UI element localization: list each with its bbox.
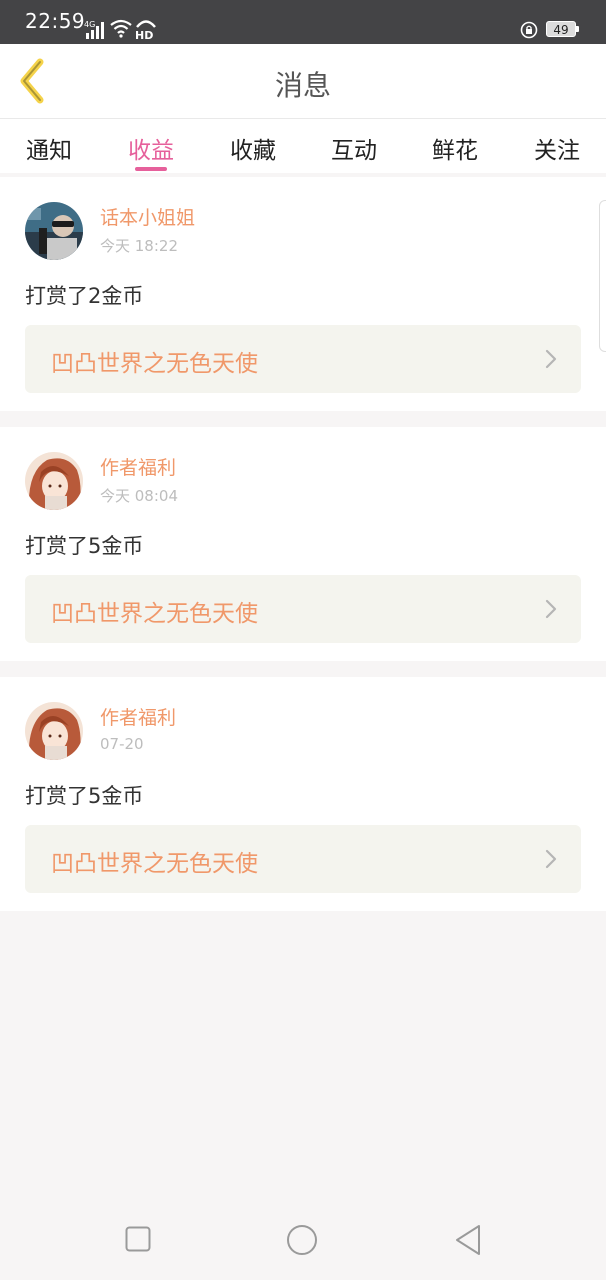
header: 消息 [0,44,606,119]
message-card: 话本小姐姐 今天 18:22 打赏了2金币 凹凸世界之无色天使 [0,177,606,411]
message-card: 作者福利 07-20 打赏了5金币 凹凸世界之无色天使 [0,677,606,911]
sender-name[interactable]: 话本小姐姐 [100,203,195,230]
chevron-right-icon [545,849,557,869]
avatar-image [25,452,83,510]
tab-notifications[interactable]: 通知 [9,131,89,165]
hd-label: HD [135,29,153,40]
status-time: 22:59 [25,9,86,33]
tab-interactions[interactable]: 互动 [314,131,394,165]
status-bar: 22:59 4G HD 49 [0,0,606,44]
rotation-lock-icon [520,21,538,39]
hd-call-icon: HD [135,20,156,40]
message-time: 07-20 [100,735,144,753]
avatar[interactable] [25,202,83,260]
message-time: 今天 18:22 [100,237,178,255]
tab-following[interactable]: 关注 [517,131,597,165]
book-title: 凹凸世界之无色天使 [51,601,258,627]
page-title: 消息 [274,69,331,102]
message-text: 打赏了2金币 [25,284,144,308]
message-time: 今天 08:04 [100,487,178,505]
avatar-image [25,702,83,760]
book-link[interactable]: 凹凸世界之无色天使 [25,325,581,393]
battery-icon: 49 [546,21,580,39]
recent-apps-button[interactable] [125,1226,151,1252]
wifi-icon [110,19,132,38]
back-nav-button[interactable] [454,1224,482,1256]
tab-bar: 通知 收益 收藏 互动 鲜花 关注 [0,119,606,173]
system-nav-bar [0,1200,606,1280]
home-button[interactable] [286,1224,318,1256]
sender-name[interactable]: 作者福利 [100,703,176,730]
side-drawer-handle[interactable] [599,200,606,352]
avatar-image [25,202,83,260]
book-link[interactable]: 凹凸世界之无色天使 [25,825,581,893]
active-tab-indicator [135,167,167,171]
network-type-label: 4G [84,20,95,29]
battery-level: 49 [546,21,576,37]
message-card: 作者福利 今天 08:04 打赏了5金币 凹凸世界之无色天使 [0,427,606,661]
avatar[interactable] [25,702,83,760]
tab-earnings[interactable]: 收益 [111,131,191,165]
signal-icon: 4G [84,20,104,39]
chevron-right-icon [545,599,557,619]
tab-flowers[interactable]: 鲜花 [415,131,495,165]
avatar[interactable] [25,452,83,510]
message-text: 打赏了5金币 [25,784,144,808]
message-text: 打赏了5金币 [25,534,144,558]
sender-name[interactable]: 作者福利 [100,453,176,480]
chevron-right-icon [545,349,557,369]
book-link[interactable]: 凹凸世界之无色天使 [25,575,581,643]
book-title: 凹凸世界之无色天使 [51,851,258,877]
book-title: 凹凸世界之无色天使 [51,351,258,377]
tab-favorites[interactable]: 收藏 [213,131,293,165]
